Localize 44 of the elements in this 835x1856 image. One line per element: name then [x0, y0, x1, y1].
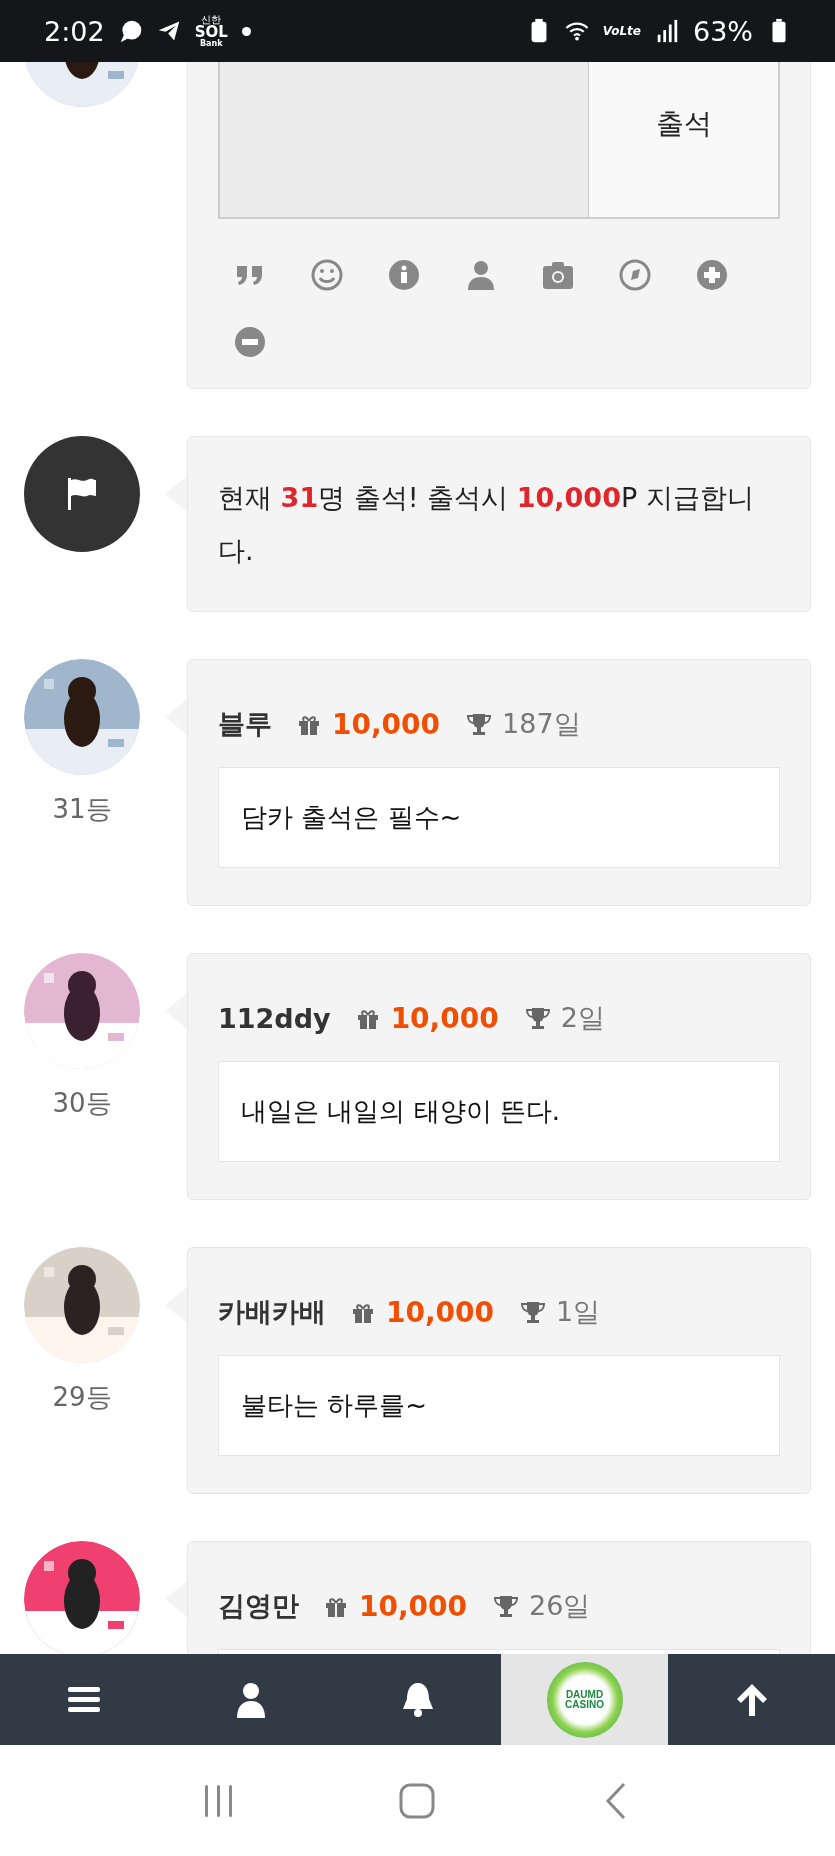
message-text: 담카 출석은 필수~ [241, 801, 462, 834]
user-name: 김영만 [218, 1589, 299, 1623]
rank-label: 29등 [52, 1381, 112, 1414]
user-name: 카배카배 [218, 1295, 326, 1329]
user-icon[interactable] [465, 259, 497, 291]
rank-label: 31등 [52, 793, 112, 826]
attendance-days: 187일 [502, 706, 581, 742]
attendance-days: 26일 [529, 1588, 591, 1624]
logo-text: CASINO [565, 1699, 604, 1710]
rank-label: 30등 [52, 1087, 112, 1120]
signal-icon [655, 18, 679, 44]
message-text: 내일은 내일의 태양이 뜬다. [241, 1095, 561, 1128]
notification-dot [241, 26, 251, 36]
user-name: 블루 [218, 707, 272, 741]
points-amount: 10,000 [386, 1295, 495, 1329]
info-icon[interactable] [388, 259, 420, 291]
trophy-icon [493, 1593, 520, 1619]
submit-button[interactable]: 출석 [589, 62, 778, 217]
compass-icon[interactable] [619, 259, 651, 291]
notice-text: 현재 31명 출석! 출석시 10,000P 지급합니다. [218, 481, 755, 568]
network-label: VoLte [602, 24, 641, 38]
nav-tab[interactable]: DAUMD CASINO [501, 1654, 668, 1745]
message-text: 불타는 하루를~ [241, 1389, 428, 1422]
trophy-icon [524, 1005, 551, 1031]
logo-text: SOL [194, 24, 228, 40]
user-name: 112ddy [218, 1002, 331, 1034]
points-amount: 10,000 [332, 707, 441, 741]
points-amount: 10,000 [390, 1001, 499, 1035]
logo-text: Bank [199, 39, 223, 48]
minus-icon[interactable] [234, 326, 266, 358]
attendance-days: 2일 [560, 1000, 605, 1036]
trophy-icon [520, 1299, 547, 1325]
smiley-icon[interactable] [311, 259, 343, 291]
points-amount: 10,000 [359, 1589, 468, 1623]
chat-bubble-icon [118, 18, 143, 44]
plus-icon[interactable] [696, 259, 728, 291]
logo-text: DAUMD [565, 1689, 604, 1700]
clock-time: 2:02 [44, 15, 105, 47]
trophy-icon [466, 711, 493, 737]
camera-icon[interactable] [542, 259, 574, 291]
logo-text: 신한 [201, 14, 222, 25]
battery-percent: 63% [693, 15, 753, 47]
attendance-days: 1일 [556, 1294, 601, 1330]
comment-field[interactable] [220, 62, 589, 217]
